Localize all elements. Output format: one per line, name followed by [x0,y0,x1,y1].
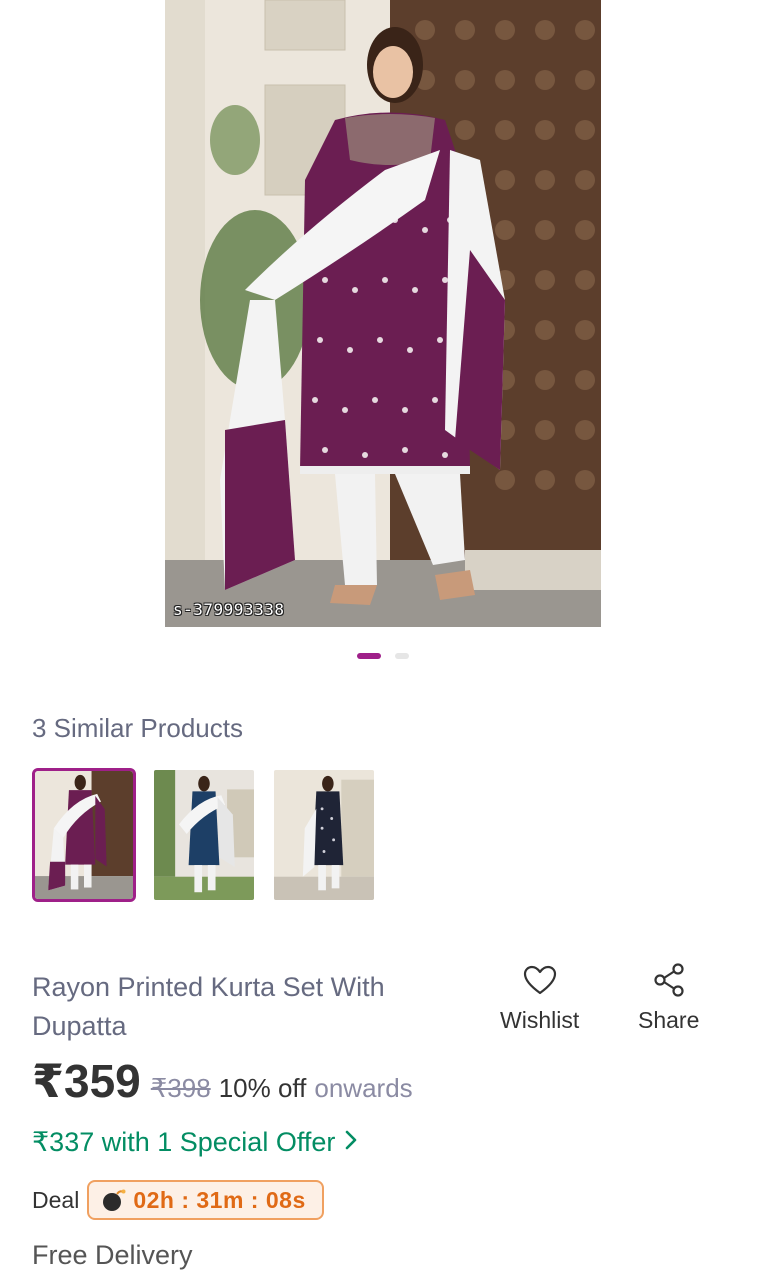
original-price: ₹398 [150,1073,211,1103]
similar-products-heading: 3 Similar Products [32,713,243,743]
image-watermark-id: s-379993338 [173,600,285,619]
wishlist-button[interactable]: Wishlist [500,962,579,1034]
deal-row: Deal 02h : 31m : 08s [32,1180,324,1220]
deal-countdown: 02h : 31m : 08s [133,1186,306,1213]
delivery-info: Free Delivery [32,1240,193,1270]
thumbnail-image [154,770,254,900]
carousel-dot-active[interactable] [356,653,381,659]
image-carousel-indicator [0,653,765,659]
share-button[interactable]: Share [638,962,699,1034]
similar-product-thumbnail[interactable] [152,768,256,902]
share-icon [652,962,686,998]
heart-icon [523,962,557,998]
similar-products-list [32,768,376,902]
special-offer-text: ₹337 with 1 Special Offer [32,1127,336,1157]
special-offer-link[interactable]: ₹337 with 1 Special Offer [32,1127,357,1158]
deal-timer-badge: 02h : 31m : 08s [87,1180,324,1220]
similar-product-thumbnail[interactable] [32,768,136,902]
price-row: ₹359 ₹398 10% off onwards [32,1054,413,1108]
thumbnail-image [274,770,374,900]
similar-product-thumbnail[interactable] [272,768,376,902]
selling-price: ₹359 [32,1055,141,1107]
chevron-right-icon [345,1129,357,1157]
discount-text: 10% off [218,1073,307,1103]
carousel-dot[interactable] [394,653,409,659]
deal-label: Deal [32,1186,80,1213]
onwards-text: onwards [314,1073,413,1103]
product-photo [165,0,601,627]
wishlist-label: Wishlist [500,1007,580,1033]
bomb-icon [101,1187,127,1213]
product-title: Rayon Printed Kurta Set With Dupatta [32,972,385,1041]
product-image[interactable]: s-379993338 [165,0,601,627]
thumbnail-image [35,771,133,899]
share-label: Share [638,1007,700,1033]
